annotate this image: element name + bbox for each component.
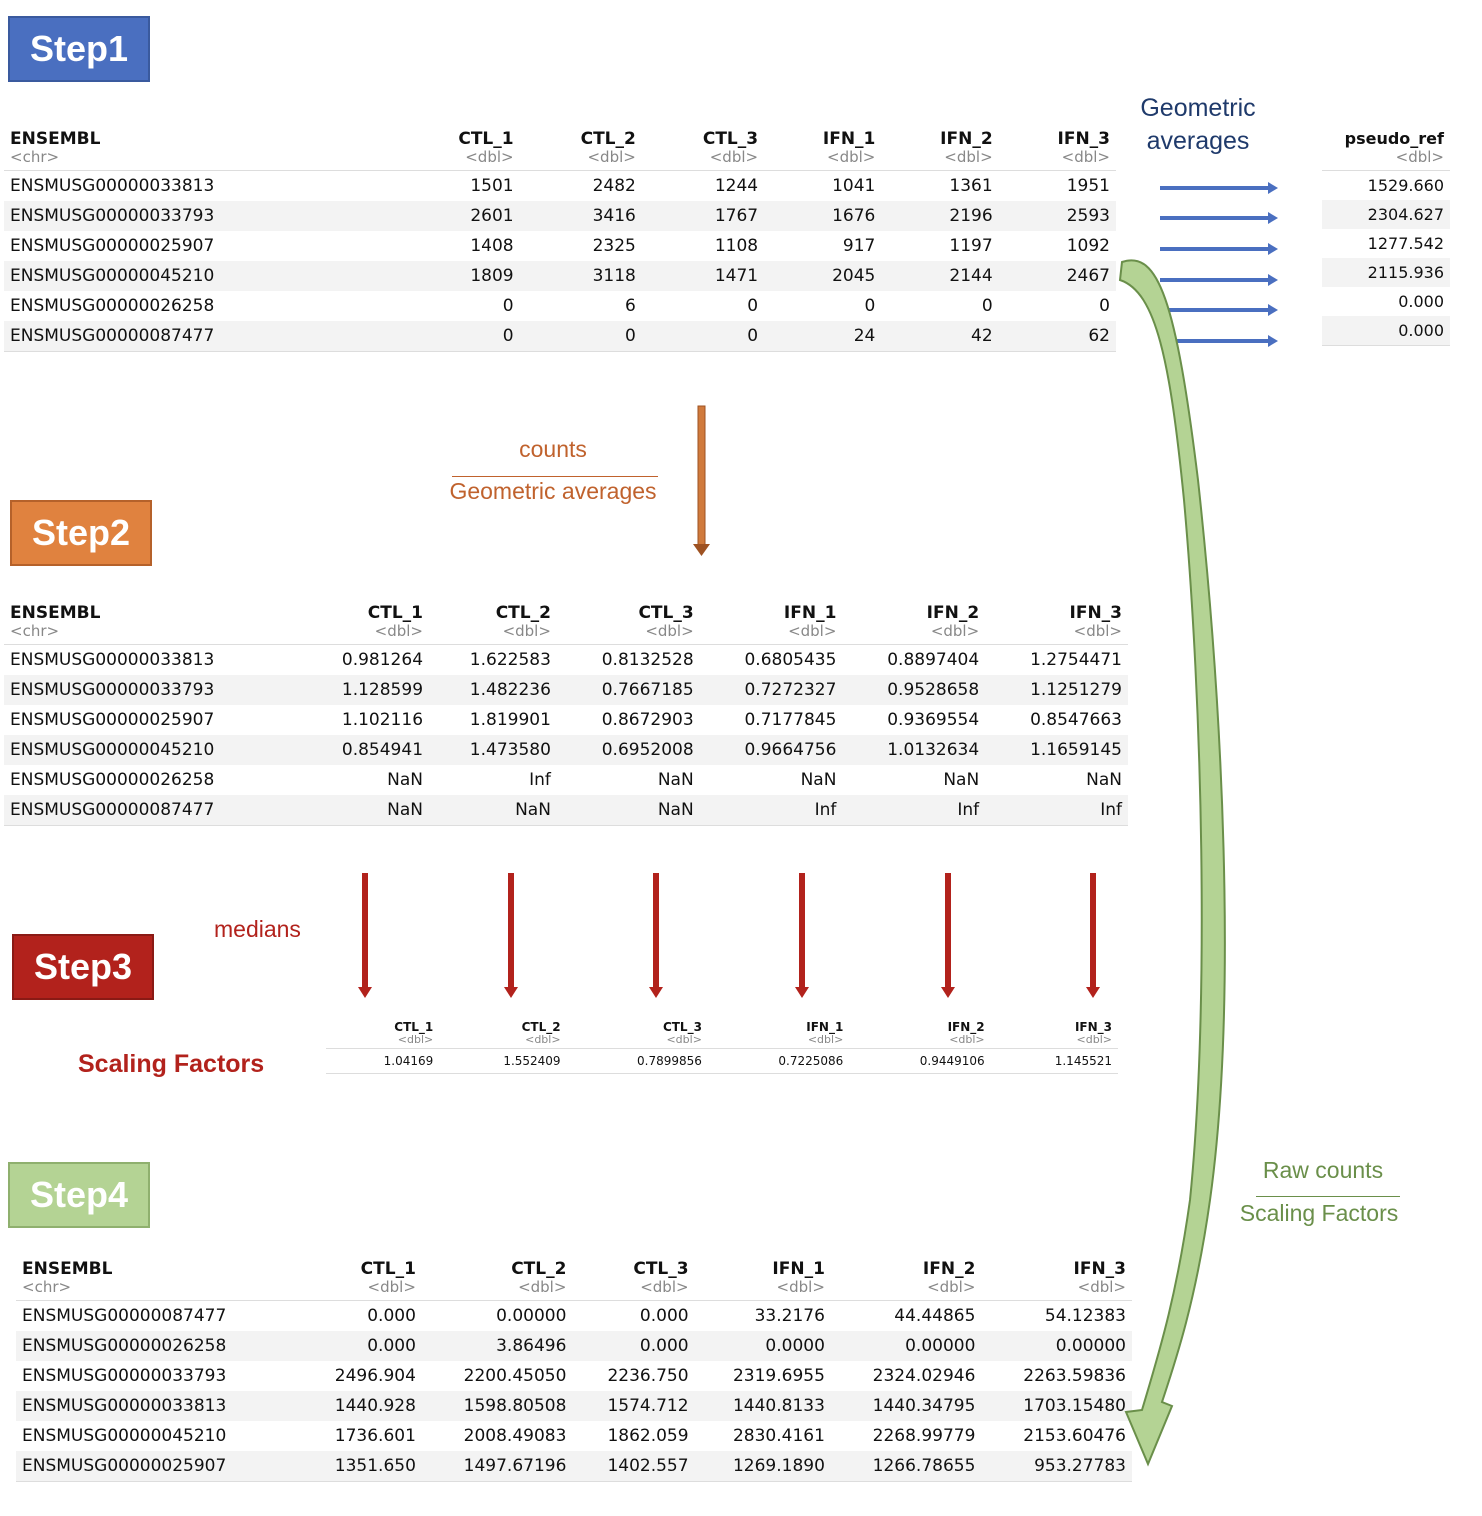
arrows-layer (358, 182, 1278, 1467)
red-down-arrow (358, 873, 372, 998)
orange-down-arrow (693, 405, 710, 556)
red-down-arrow (1086, 873, 1100, 998)
red-down-arrow (504, 873, 518, 998)
blue-arrow (1160, 274, 1278, 286)
blue-arrow (1160, 304, 1278, 316)
blue-arrow (1160, 182, 1278, 194)
red-down-arrow (649, 873, 663, 998)
red-down-arrow (795, 873, 809, 998)
blue-arrow (1160, 243, 1278, 255)
blue-arrow (1160, 212, 1278, 224)
red-down-arrow (941, 873, 955, 998)
green-curved-arrow (1118, 259, 1226, 1467)
